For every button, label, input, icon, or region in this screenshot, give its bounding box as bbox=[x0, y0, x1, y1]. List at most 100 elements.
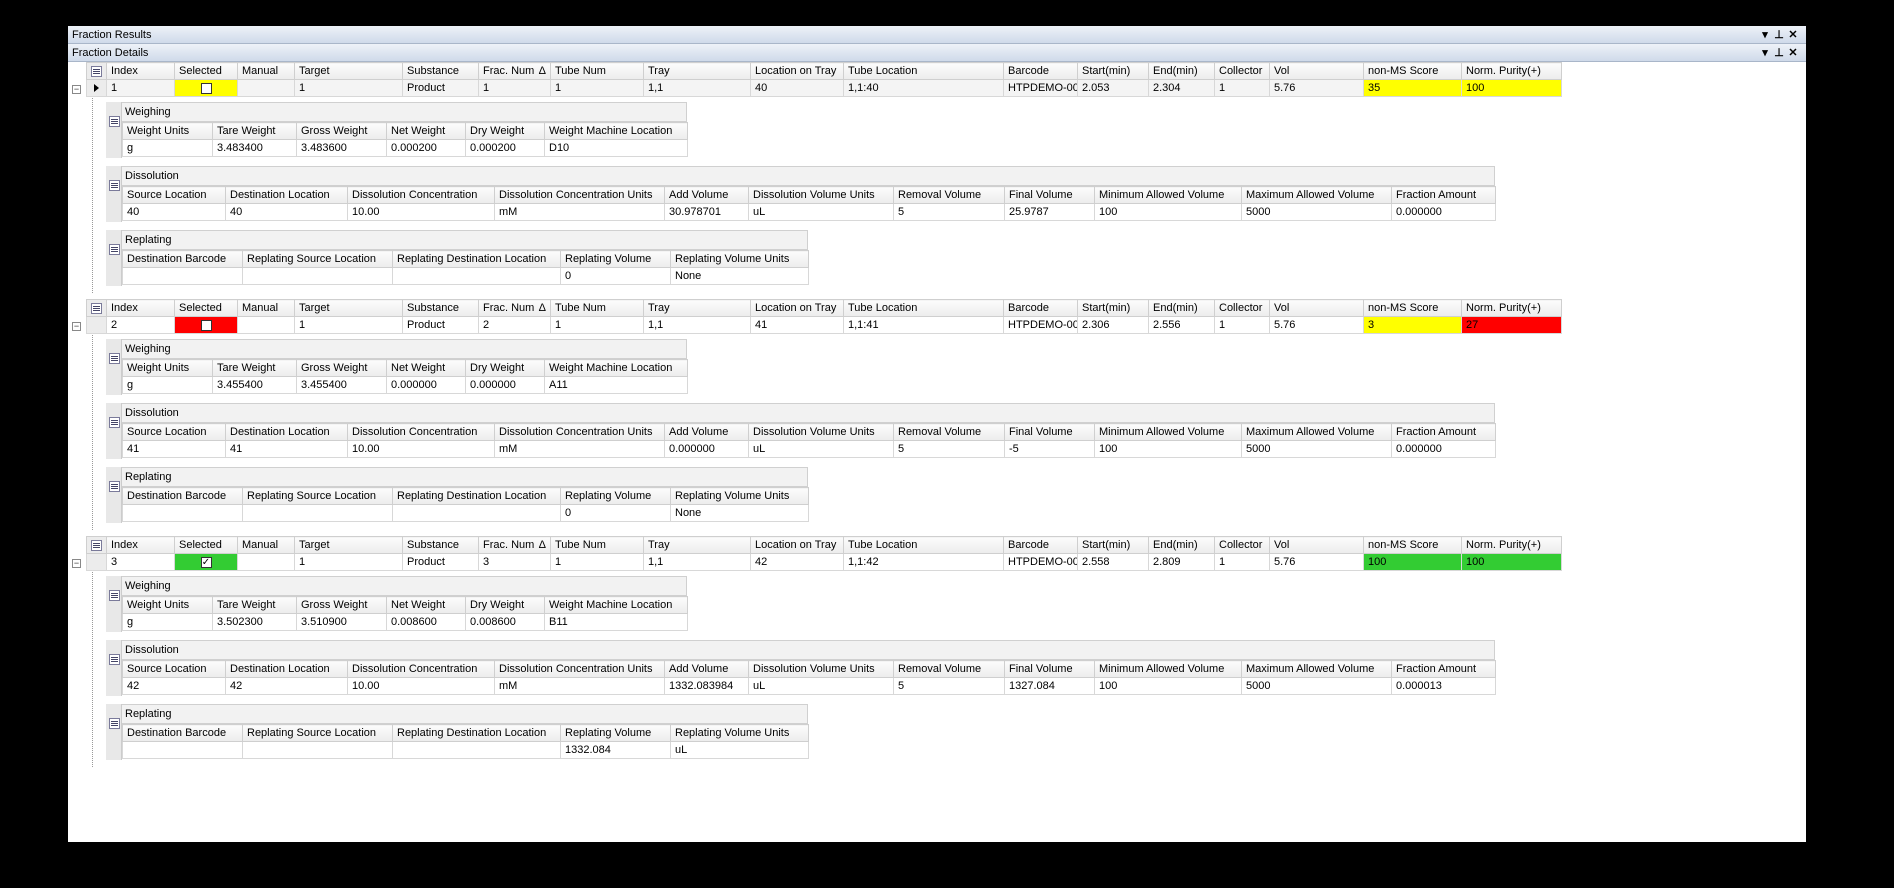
manual-cell[interactable] bbox=[237, 316, 295, 334]
column-header[interactable]: Start(min) bbox=[1077, 536, 1149, 554]
tube-num-cell[interactable]: 1 bbox=[550, 79, 644, 97]
weighing-column-header[interactable]: Net Weight bbox=[386, 359, 466, 377]
dropdown-icon[interactable]: ▾ bbox=[1760, 46, 1774, 59]
column-header[interactable]: End(min) bbox=[1148, 536, 1215, 554]
replating-cell[interactable] bbox=[392, 267, 561, 285]
column-header[interactable]: Barcode bbox=[1003, 62, 1078, 80]
dissolution-cell[interactable]: mM bbox=[494, 203, 665, 221]
dissolution-column-header[interactable]: Removal Volume bbox=[893, 186, 1005, 204]
dissolution-cell[interactable]: 1327.084 bbox=[1004, 677, 1095, 695]
column-header[interactable]: Collector bbox=[1214, 299, 1270, 317]
dissolution-cell[interactable]: 10.00 bbox=[347, 677, 495, 695]
column-header[interactable]: Tray bbox=[643, 299, 751, 317]
vol-cell[interactable]: 5.76 bbox=[1269, 79, 1364, 97]
tube-num-cell[interactable]: 1 bbox=[550, 553, 644, 571]
replating-column-header[interactable]: Replating Volume Units bbox=[670, 724, 809, 742]
column-chooser-cell[interactable] bbox=[86, 536, 107, 554]
dissolution-column-header[interactable]: Dissolution Concentration bbox=[347, 423, 495, 441]
dissolution-cell[interactable]: 5000 bbox=[1241, 677, 1392, 695]
column-header[interactable]: non-MS Score bbox=[1363, 536, 1462, 554]
dissolution-column-header[interactable]: Destination Location bbox=[225, 423, 348, 441]
weighing-column-header[interactable]: Weight Units bbox=[122, 596, 213, 614]
substance-cell[interactable]: Product bbox=[402, 316, 479, 334]
dissolution-column-header[interactable]: Fraction Amount bbox=[1391, 423, 1496, 441]
column-header[interactable]: Target bbox=[294, 536, 403, 554]
replating-cell[interactable] bbox=[392, 504, 561, 522]
replating-column-header[interactable]: Replating Volume bbox=[560, 250, 671, 268]
selected-checkbox[interactable] bbox=[200, 319, 212, 331]
column-chooser-icon[interactable] bbox=[109, 654, 120, 665]
manual-cell[interactable] bbox=[237, 79, 295, 97]
target-cell[interactable]: 1 bbox=[294, 79, 403, 97]
dissolution-column-header[interactable]: Final Volume bbox=[1004, 660, 1095, 678]
weighing-cell[interactable]: B11 bbox=[544, 613, 688, 631]
column-header[interactable]: Norm. Purity(+) bbox=[1461, 62, 1562, 80]
column-chooser-icon[interactable] bbox=[109, 180, 120, 191]
location-on-tray-cell[interactable]: 41 bbox=[750, 316, 844, 334]
weighing-cell[interactable]: 3.502300 bbox=[212, 613, 297, 631]
dissolution-column-header[interactable]: Maximum Allowed Volume bbox=[1241, 660, 1392, 678]
column-header[interactable]: Tube Location bbox=[843, 62, 1004, 80]
barcode-cell[interactable]: HTPDEMO-0001 bbox=[1003, 553, 1078, 571]
tube-location-cell[interactable]: 1,1:41 bbox=[843, 316, 1004, 334]
close-icon[interactable]: ✕ bbox=[1788, 28, 1802, 41]
start-cell[interactable]: 2.053 bbox=[1077, 79, 1149, 97]
dropdown-icon[interactable]: ▾ bbox=[1760, 28, 1774, 41]
replating-column-header[interactable]: Replating Source Location bbox=[242, 487, 393, 505]
weighing-cell[interactable]: 0.000200 bbox=[386, 139, 466, 157]
weighing-cell[interactable]: g bbox=[122, 139, 213, 157]
non-ms-score-cell[interactable]: 100 bbox=[1363, 553, 1462, 571]
tray-cell[interactable]: 1,1 bbox=[643, 79, 751, 97]
dissolution-cell[interactable]: 0.000000 bbox=[1391, 440, 1496, 458]
column-header[interactable]: End(min) bbox=[1148, 62, 1215, 80]
weighing-column-header[interactable]: Weight Units bbox=[122, 359, 213, 377]
dissolution-column-header[interactable]: Removal Volume bbox=[893, 660, 1005, 678]
column-header[interactable]: non-MS Score bbox=[1363, 62, 1462, 80]
vol-cell[interactable]: 5.76 bbox=[1269, 553, 1364, 571]
weighing-column-header[interactable]: Dry Weight bbox=[465, 122, 545, 140]
dissolution-column-header[interactable]: Fraction Amount bbox=[1391, 660, 1496, 678]
dissolution-cell[interactable]: 25.9787 bbox=[1004, 203, 1095, 221]
replating-column-header[interactable]: Replating Source Location bbox=[242, 250, 393, 268]
replating-column-header[interactable]: Replating Destination Location bbox=[392, 724, 561, 742]
replating-cell[interactable]: 0 bbox=[560, 267, 671, 285]
target-cell[interactable]: 1 bbox=[294, 553, 403, 571]
column-header[interactable]: Tube Location bbox=[843, 536, 1004, 554]
column-chooser-icon[interactable] bbox=[91, 539, 102, 551]
selected-checkbox[interactable] bbox=[200, 82, 212, 94]
column-chooser-icon[interactable] bbox=[91, 65, 102, 77]
collector-cell[interactable]: 1 bbox=[1214, 316, 1270, 334]
dissolution-cell[interactable]: 5 bbox=[893, 677, 1005, 695]
column-header[interactable]: Start(min) bbox=[1077, 299, 1149, 317]
weighing-cell[interactable]: 3.455400 bbox=[296, 376, 387, 394]
column-header[interactable]: Selected bbox=[174, 536, 238, 554]
location-on-tray-cell[interactable]: 40 bbox=[750, 79, 844, 97]
weighing-column-header[interactable]: Gross Weight bbox=[296, 596, 387, 614]
close-icon[interactable]: ✕ bbox=[1788, 46, 1802, 59]
collector-cell[interactable]: 1 bbox=[1214, 553, 1270, 571]
dissolution-cell[interactable]: 10.00 bbox=[347, 440, 495, 458]
column-chooser-icon[interactable] bbox=[109, 718, 120, 729]
norm-purity-cell[interactable]: 100 bbox=[1461, 553, 1562, 571]
weighing-column-header[interactable]: Dry Weight bbox=[465, 359, 545, 377]
dissolution-column-header[interactable]: Dissolution Volume Units bbox=[748, 660, 894, 678]
column-header[interactable]: Index bbox=[106, 536, 175, 554]
dissolution-cell[interactable]: 40 bbox=[225, 203, 348, 221]
column-header[interactable]: Substance bbox=[402, 299, 479, 317]
column-header[interactable]: Frac. Num Δ bbox=[478, 62, 551, 80]
column-header[interactable]: Location on Tray bbox=[750, 299, 844, 317]
column-chooser-icon[interactable] bbox=[109, 481, 120, 492]
replating-cell[interactable]: None bbox=[670, 267, 809, 285]
pin-icon[interactable]: ⊥ bbox=[1774, 28, 1788, 41]
column-header[interactable]: Manual bbox=[237, 62, 295, 80]
replating-cell[interactable]: None bbox=[670, 504, 809, 522]
dissolution-cell[interactable]: uL bbox=[748, 677, 894, 695]
end-cell[interactable]: 2.304 bbox=[1148, 79, 1215, 97]
replating-cell[interactable] bbox=[122, 504, 243, 522]
weighing-column-header[interactable]: Tare Weight bbox=[212, 359, 297, 377]
column-header[interactable]: Frac. Num Δ bbox=[478, 299, 551, 317]
replating-cell[interactable] bbox=[242, 267, 393, 285]
column-header[interactable]: Norm. Purity(+) bbox=[1461, 299, 1562, 317]
weighing-cell[interactable]: g bbox=[122, 376, 213, 394]
column-chooser-icon[interactable] bbox=[109, 244, 120, 255]
